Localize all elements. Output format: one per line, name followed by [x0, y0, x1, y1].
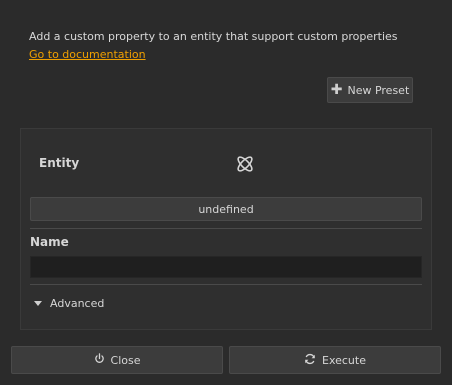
power-icon: [94, 353, 105, 367]
entity-select-button[interactable]: undefined: [30, 197, 422, 221]
name-label: Name: [30, 235, 69, 249]
entity-icon[interactable]: [233, 152, 257, 176]
properties-panel: Entity undefined Name Advanced: [20, 128, 432, 330]
description-text: Add a custom property to an entity that …: [29, 30, 398, 43]
new-preset-label: New Preset: [347, 83, 410, 97]
advanced-label: Advanced: [50, 297, 105, 310]
documentation-link[interactable]: Go to documentation: [29, 48, 146, 61]
advanced-toggle[interactable]: Advanced: [34, 297, 104, 310]
triangle-down-icon: [34, 301, 42, 306]
divider: [30, 228, 422, 229]
divider: [30, 284, 422, 285]
plus-icon: ✚: [330, 82, 343, 98]
entity-label: Entity: [39, 156, 80, 170]
execute-button[interactable]: Execute: [229, 346, 441, 374]
refresh-icon: [304, 353, 316, 368]
execute-label: Execute: [322, 353, 366, 367]
close-label: Close: [110, 353, 141, 367]
name-input[interactable]: [30, 256, 422, 278]
close-button[interactable]: Close: [11, 346, 223, 374]
new-preset-button[interactable]: ✚ New Preset: [327, 77, 413, 103]
